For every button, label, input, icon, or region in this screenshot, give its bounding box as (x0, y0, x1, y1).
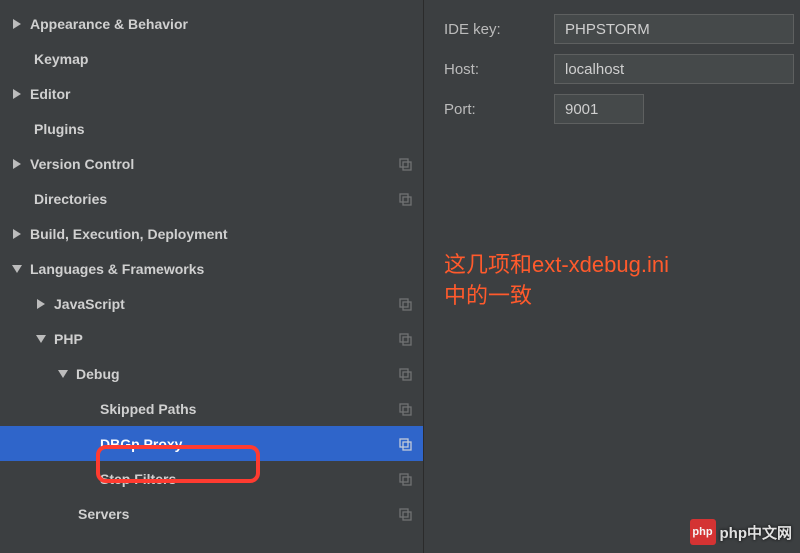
sidebar-item-label: Debug (76, 366, 397, 382)
sidebar-item-debug[interactable]: Debug (0, 356, 423, 391)
host-input[interactable] (554, 54, 794, 84)
sidebar-item-skipped-paths[interactable]: Skipped Paths (0, 391, 423, 426)
sidebar-item-label: Skipped Paths (100, 401, 397, 417)
chevron-right-icon (10, 19, 24, 29)
copy-icon (397, 506, 413, 522)
sidebar-item-keymap[interactable]: Keymap (0, 41, 423, 76)
sidebar-item-build-execution-deployment[interactable]: Build, Execution, Deployment (0, 216, 423, 251)
sidebar-item-label: Step Filters (100, 471, 397, 487)
sidebar-item-version-control[interactable]: Version Control (0, 146, 423, 181)
chevron-right-icon (10, 229, 24, 239)
sidebar-item-label: Appearance & Behavior (30, 16, 413, 32)
port-input[interactable] (554, 94, 644, 124)
form-row-ide-key: IDE key: (444, 14, 800, 44)
sidebar-item-servers[interactable]: Servers (0, 496, 423, 531)
chevron-right-icon (10, 159, 24, 169)
copy-icon (397, 191, 413, 207)
form-row-host: Host: (444, 54, 800, 84)
copy-icon (397, 156, 413, 172)
sidebar-item-label: PHP (54, 331, 397, 347)
annotation-line: 这几项和ext-xdebug.ini (444, 250, 669, 281)
form-row-port: Port: (444, 94, 800, 124)
sidebar-item-label: Editor (30, 86, 413, 102)
chevron-down-icon (10, 265, 24, 273)
settings-sidebar: Appearance & Behavior Keymap Editor Plug… (0, 0, 424, 553)
sidebar-item-label: DBGp Proxy (100, 436, 397, 452)
sidebar-item-javascript[interactable]: JavaScript (0, 286, 423, 321)
watermark-text: php中文网 (720, 522, 793, 543)
ide-key-input[interactable] (554, 14, 794, 44)
annotation-text: 这几项和ext-xdebug.ini 中的一致 (444, 250, 669, 312)
ide-key-label: IDE key: (444, 21, 554, 38)
settings-panel: IDE key: Host: Port: 这几项和ext-xdebug.ini … (424, 0, 800, 553)
copy-icon (397, 471, 413, 487)
copy-icon (397, 331, 413, 347)
sidebar-item-dbgp-proxy[interactable]: DBGp Proxy (0, 426, 423, 461)
sidebar-item-label: Plugins (34, 121, 413, 137)
sidebar-item-step-filters[interactable]: Step Filters (0, 461, 423, 496)
sidebar-item-label: Languages & Frameworks (30, 261, 413, 277)
chevron-right-icon (34, 299, 48, 309)
sidebar-item-label: Servers (78, 506, 397, 522)
host-label: Host: (444, 61, 554, 78)
sidebar-item-php[interactable]: PHP (0, 321, 423, 356)
sidebar-item-label: JavaScript (54, 296, 397, 312)
sidebar-item-appearance-behavior[interactable]: Appearance & Behavior (0, 6, 423, 41)
chevron-right-icon (10, 89, 24, 99)
port-label: Port: (444, 101, 554, 118)
copy-icon (397, 366, 413, 382)
watermark-logo-icon: php (690, 519, 716, 545)
sidebar-item-label: Keymap (34, 51, 413, 67)
sidebar-item-label: Build, Execution, Deployment (30, 226, 413, 242)
copy-icon (397, 436, 413, 452)
sidebar-item-label: Version Control (30, 156, 397, 172)
watermark: php php中文网 (690, 519, 793, 545)
chevron-down-icon (56, 370, 70, 378)
sidebar-item-plugins[interactable]: Plugins (0, 111, 423, 146)
sidebar-item-editor[interactable]: Editor (0, 76, 423, 111)
chevron-down-icon (34, 335, 48, 343)
sidebar-item-languages-frameworks[interactable]: Languages & Frameworks (0, 251, 423, 286)
sidebar-item-label: Directories (34, 191, 397, 207)
annotation-line: 中的一致 (444, 281, 669, 312)
sidebar-item-directories[interactable]: Directories (0, 181, 423, 216)
copy-icon (397, 401, 413, 417)
copy-icon (397, 296, 413, 312)
